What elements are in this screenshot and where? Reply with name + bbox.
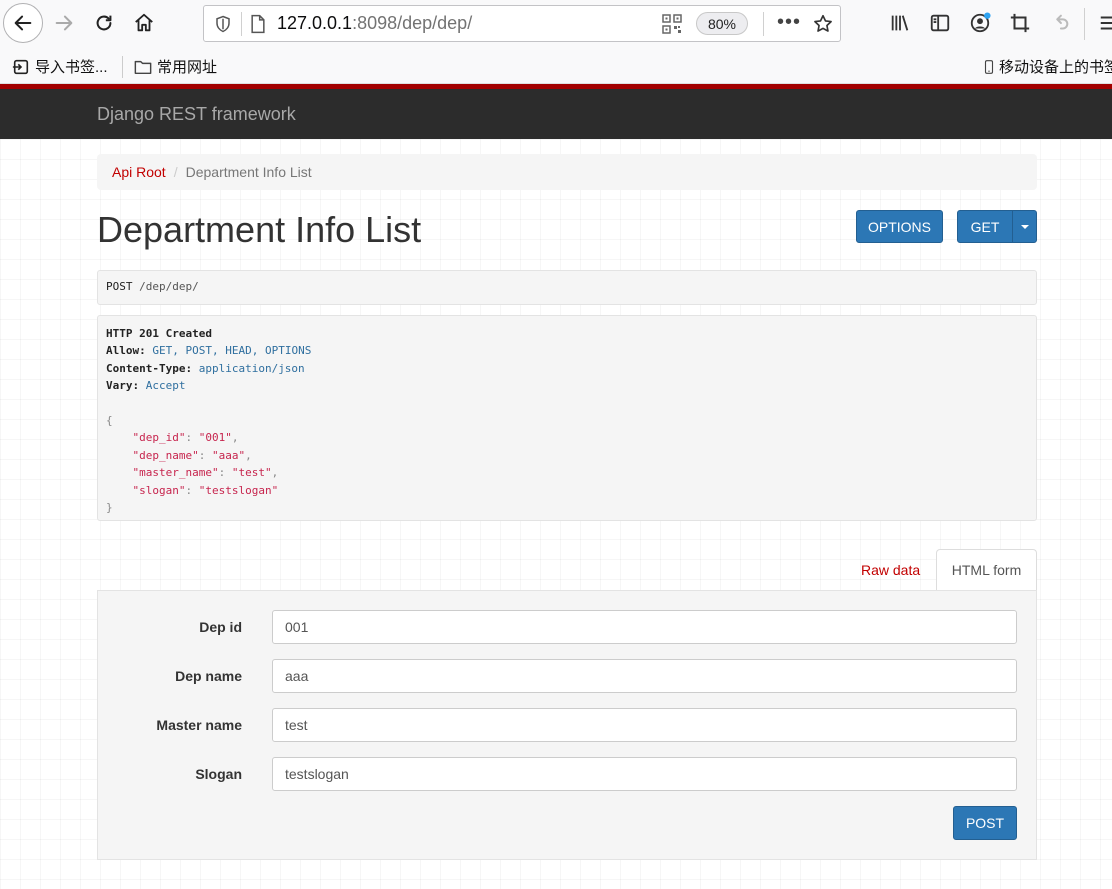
bookmark-common[interactable]: 常用网址: [134, 56, 217, 77]
crop-screenshot-icon[interactable]: [1009, 12, 1031, 34]
reload-button[interactable]: [84, 3, 124, 43]
bookmarks-toolbar: 导入书签... 常用网址 移动设备上的书签: [0, 48, 1112, 84]
page-title: Department Info List: [97, 209, 422, 250]
field-label: Slogan: [195, 766, 242, 782]
bookmark-mobile-label: 移动设备上的书签: [999, 59, 1112, 76]
json-entry: "dep_name": "aaa",: [132, 448, 252, 462]
response-info: HTTP 201 Created Allow: GET, POST, HEAD,…: [97, 315, 1037, 521]
library-icon[interactable]: [889, 12, 911, 34]
bookmark-import-label: 导入书签...: [35, 59, 108, 76]
header-value: application/json: [198, 361, 305, 375]
bookmark-common-label: 常用网址: [157, 59, 218, 76]
header-name: Allow:: [106, 344, 146, 358]
json-key: "master_name": [132, 466, 219, 480]
reload-icon: [96, 15, 112, 31]
bookmark-mobile[interactable]: 移动设备上的书签: [982, 56, 1112, 77]
back-button[interactable]: [3, 3, 43, 43]
brand-link[interactable]: Django REST framework: [97, 104, 296, 125]
shield-icon[interactable]: [214, 15, 232, 33]
master-name-input[interactable]: [272, 708, 1017, 742]
response-header: Allow: GET, POST, HEAD, OPTIONS: [106, 342, 1028, 359]
options-button[interactable]: OPTIONS: [856, 210, 943, 243]
json-close-brace: }: [106, 500, 113, 514]
divider: [1084, 8, 1085, 40]
url-host: 127.0.0.1: [277, 13, 353, 33]
json-value: "aaa": [211, 448, 246, 462]
breadcrumb-separator: /: [173, 164, 178, 180]
address-bar[interactable]: 127.0.0.1:8098/dep/dep/ 80% •••: [203, 5, 841, 42]
json-key: "slogan": [132, 483, 186, 497]
divider: [763, 12, 764, 36]
request-info: POST /dep/dep/: [97, 270, 1037, 305]
header-name: Content-Type:: [106, 361, 193, 375]
header-name: Vary:: [106, 379, 140, 393]
json-comma: ,: [231, 431, 239, 445]
dep-name-input[interactable]: [272, 659, 1017, 693]
qr-code-icon[interactable]: [662, 14, 682, 34]
url-text[interactable]: 127.0.0.1:8098/dep/dep/: [277, 13, 472, 34]
import-icon: [12, 59, 29, 74]
page-info-icon[interactable]: [249, 14, 267, 34]
json-entry: "dep_id": "001",: [132, 431, 239, 445]
bookmark-import[interactable]: 导入书签...: [12, 56, 108, 77]
field-label: Master name: [156, 717, 242, 733]
json-open-brace: {: [106, 413, 113, 427]
dep-id-input[interactable]: [272, 610, 1017, 644]
home-button[interactable]: [124, 3, 164, 43]
field-label: Dep name: [175, 668, 242, 684]
response-header: Content-Type: application/json: [106, 360, 1028, 377]
divider: [122, 56, 123, 78]
bookmark-star-icon[interactable]: [812, 13, 834, 35]
arrow-right-icon: [55, 15, 73, 31]
account-icon[interactable]: [969, 12, 991, 34]
json-entry: "master_name": "test",: [132, 466, 279, 480]
post-button[interactable]: POST: [953, 806, 1017, 840]
breadcrumb: Api Root / Department Info List: [97, 154, 1037, 190]
json-entry: "slogan": "testslogan": [132, 483, 279, 497]
json-comma: ,: [245, 448, 252, 462]
header-value: Accept: [145, 379, 186, 393]
breadcrumb-api-root[interactable]: Api Root: [112, 164, 166, 180]
zoom-indicator[interactable]: 80%: [696, 12, 748, 35]
tab-html-form[interactable]: HTML form: [936, 549, 1037, 591]
undo-icon[interactable]: [1049, 12, 1071, 34]
page-actions-icon[interactable]: •••: [777, 11, 801, 34]
json-value: "001": [198, 431, 232, 445]
request-method: POST: [106, 280, 133, 293]
request-path: /dep/dep/: [139, 280, 199, 293]
response-header: Vary: Accept: [106, 377, 1028, 394]
browser-toolbar: 127.0.0.1:8098/dep/dep/ 80% •••: [0, 0, 1112, 48]
mobile-device-icon: [984, 59, 994, 74]
json-comma: ,: [271, 466, 279, 480]
json-value: "test": [231, 466, 272, 480]
home-icon: [135, 13, 153, 32]
tab-raw-data[interactable]: Raw data: [861, 562, 920, 578]
get-button[interactable]: GET: [957, 210, 1013, 243]
header-value: GET, POST, HEAD, OPTIONS: [152, 344, 312, 358]
folder-icon: [134, 60, 152, 74]
slogan-input[interactable]: [272, 757, 1017, 791]
json-key: "dep_name": [132, 448, 199, 462]
url-path: :8098/dep/dep/: [352, 13, 473, 33]
navbar: Django REST framework: [0, 89, 1112, 139]
forward-button[interactable]: [44, 3, 84, 43]
field-label: Dep id: [199, 619, 242, 635]
arrow-left-icon: [14, 15, 32, 31]
sidebar-icon[interactable]: [929, 12, 951, 34]
json-key: "dep_id": [132, 431, 186, 445]
caret-down-icon: [1020, 224, 1029, 229]
json-value: "testslogan": [198, 483, 279, 497]
response-status: HTTP 201 Created: [106, 327, 212, 340]
divider: [241, 12, 242, 36]
breadcrumb-current: Department Info List: [185, 164, 312, 180]
get-format-dropdown[interactable]: [1012, 210, 1037, 243]
menu-icon[interactable]: [1098, 12, 1112, 34]
